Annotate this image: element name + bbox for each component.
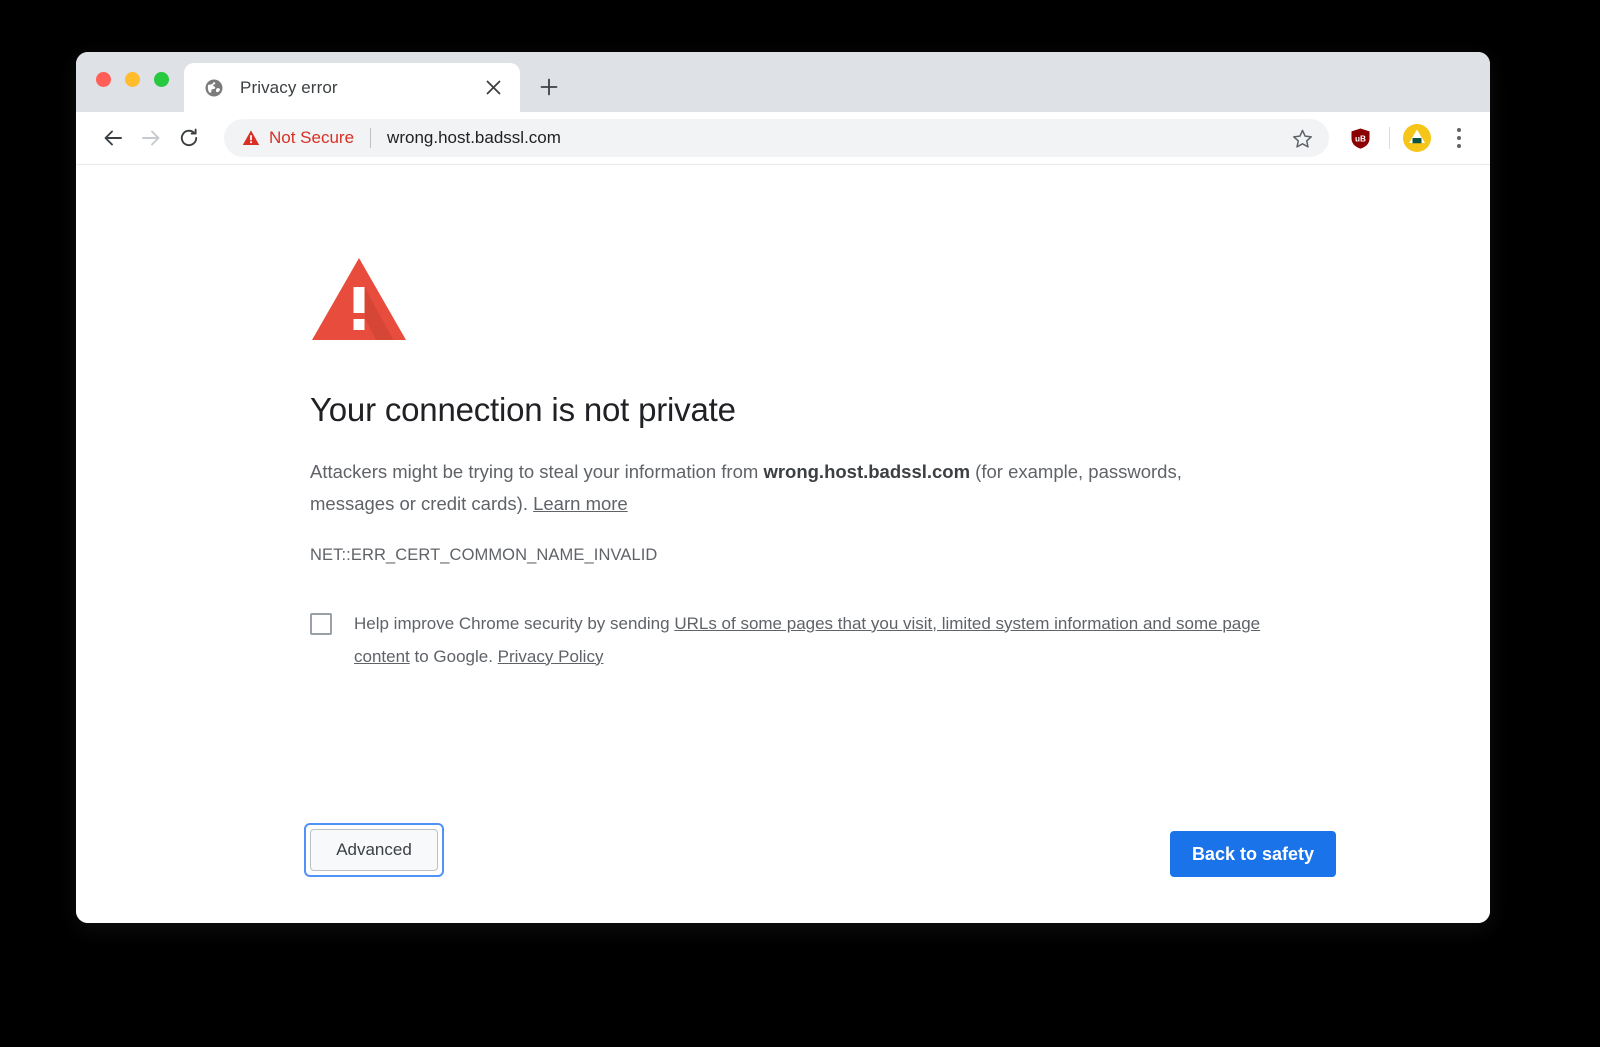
ublock-origin-shield-icon[interactable]: uB	[1343, 121, 1377, 155]
back-button[interactable]	[94, 119, 132, 157]
star-icon[interactable]	[1285, 121, 1319, 155]
error-code: NET::ERR_CERT_COMMON_NAME_INVALID	[310, 545, 658, 564]
back-to-safety-button[interactable]: Back to safety	[1169, 831, 1336, 877]
forward-button[interactable]	[132, 119, 170, 157]
browser-tab[interactable]: Privacy error	[184, 63, 520, 112]
interstitial-footer: Advanced Back to safety	[76, 823, 1490, 881]
three-dots-menu-icon[interactable]	[1442, 121, 1476, 155]
learn-more-link[interactable]: Learn more	[533, 493, 628, 514]
page-content: Your connection is not private Attackers…	[76, 165, 1490, 923]
browser-window: Privacy error Not Secure wrong.host.bads…	[76, 52, 1490, 923]
optin-prefix: Help improve Chrome security by sending	[354, 613, 675, 633]
arrow-left-icon	[104, 130, 122, 146]
address-bar[interactable]: Not Secure wrong.host.badssl.com	[224, 119, 1329, 157]
tab-strip: Privacy error	[76, 52, 1490, 112]
privacy-policy-link[interactable]: Privacy Policy	[498, 647, 604, 666]
new-tab-button[interactable]	[534, 72, 564, 102]
url-text[interactable]: wrong.host.badssl.com	[387, 128, 1279, 148]
menu-dot	[1457, 144, 1461, 148]
red-warning-triangle-icon	[310, 255, 1258, 348]
interstitial-description: Attackers might be trying to steal your …	[310, 456, 1190, 520]
omnibox-divider	[370, 128, 372, 148]
site-security-indicator[interactable]: Not Secure	[242, 128, 354, 148]
window-close-button[interactable]	[96, 72, 111, 87]
profile-avatar-icon[interactable]	[1400, 121, 1434, 155]
reload-icon	[180, 128, 198, 147]
tab-title: Privacy error	[240, 77, 338, 97]
warning-triangle-icon	[242, 130, 260, 145]
menu-dot	[1457, 128, 1461, 132]
page-title: Your connection is not private	[310, 391, 736, 428]
window-zoom-button[interactable]	[154, 72, 169, 87]
not-secure-label: Not Secure	[269, 128, 355, 147]
svg-text:uB: uB	[1355, 134, 1366, 143]
advanced-button-focus-ring: Advanced	[304, 823, 444, 877]
browser-toolbar: Not Secure wrong.host.badssl.com uB	[76, 112, 1490, 165]
arrow-right-icon	[142, 130, 160, 146]
traffic-light-buttons	[96, 72, 169, 87]
safe-browsing-optin-text: Help improve Chrome security by sending …	[354, 607, 1270, 673]
reload-button[interactable]	[170, 119, 208, 157]
affected-domain: wrong.host.badssl.com	[763, 460, 971, 482]
close-icon[interactable]	[480, 75, 506, 101]
toolbar-divider	[1389, 127, 1390, 149]
menu-dot	[1457, 136, 1461, 140]
safe-browsing-optin: Help improve Chrome security by sending …	[310, 607, 1270, 673]
optin-middle: to Google.	[409, 646, 498, 666]
ssl-interstitial: Your connection is not private Attackers…	[310, 255, 1260, 673]
description-prefix: Attackers might be trying to steal your …	[310, 460, 764, 482]
advanced-button[interactable]: Advanced	[310, 829, 438, 871]
window-minimize-button[interactable]	[125, 72, 140, 87]
safe-browsing-checkbox[interactable]	[310, 612, 332, 635]
globe-icon	[204, 78, 224, 98]
